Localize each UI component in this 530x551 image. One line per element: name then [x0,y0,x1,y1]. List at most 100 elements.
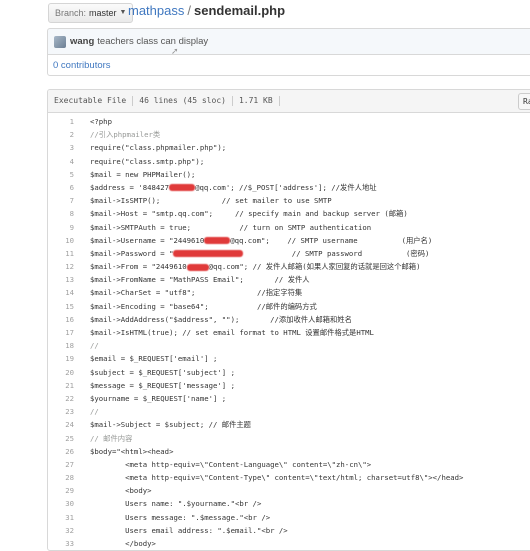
line-content: Users name: ".$yourname."<br /> [90,499,262,509]
line-content: $address = '848427 @qq.com'; //$_POST['ad… [90,181,377,194]
file-mode: Executable File [48,96,134,106]
code-line: 23// [48,405,530,418]
line-content: // [90,407,99,417]
line-content-end: @qq.com"; // 发件人邮箱(如果人家回复的话就是回这个邮箱) [208,262,421,272]
code-line: 33 </body> [48,537,530,550]
code-line: 6 $address = '848427 @qq.com'; //$_POST['a… [48,181,530,194]
line-number[interactable]: 28 [48,471,90,484]
contributors-bar: 0 contributors [47,54,530,76]
commit-message[interactable]: teachers class can display [97,36,208,47]
line-content: $yourname = $_REQUEST['name'] ; [90,393,227,403]
line-number[interactable]: 16 [48,313,90,326]
line-number[interactable]: 33 [48,537,90,550]
line-content: require("class.phpmailer.php"); [90,143,227,153]
line-number[interactable]: 2 [48,128,90,141]
code-line: 19 $email = $_REQUEST['email'] ; [48,352,530,365]
line-number[interactable]: 31 [48,511,90,524]
line-number[interactable]: 18 [48,339,90,352]
code-line: 7 $mail->IsSMTP(); // set mailer to use S… [48,194,530,207]
branch-selector-button[interactable]: Branch: master ▼ [48,3,134,23]
branch-name: master [89,8,117,18]
code-line: 2//引入phpmailer类 [48,128,530,141]
line-number[interactable]: 29 [48,484,90,497]
line-number[interactable]: 14 [48,286,90,299]
code-line: 22 $yourname = $_REQUEST['name'] ; [48,392,530,405]
line-number[interactable]: 19 [48,352,90,365]
line-number[interactable]: 7 [48,194,90,207]
line-number[interactable]: 8 [48,207,90,220]
line-number[interactable]: 27 [48,458,90,471]
file-size: 1.71 KB [233,96,280,106]
file-line-count: 46 lines (45 sloc) [133,96,233,106]
redaction-mark [173,250,244,258]
code-line: 4 require("class.smtp.php"); [48,155,530,168]
chevron-down-icon: ▼ [119,9,127,16]
line-number[interactable]: 3 [48,141,90,154]
redaction-mark [186,263,209,271]
avatar[interactable] [54,35,66,48]
line-content: // [90,341,99,351]
line-content-end: @qq.com'; //$_POST['address']; //发件人地址 [195,182,377,192]
line-number[interactable]: 21 [48,379,90,392]
line-content: Users message: ".$message."<br /> [90,512,271,522]
line-number[interactable]: 23 [48,405,90,418]
line-content: //引入phpmailer类 [90,130,161,140]
line-content-end: @qq.com"; // SMTP username (用户名) [230,235,433,245]
line-content: $mail->Password = " // SMTP password (密码… [90,247,429,260]
line-number[interactable]: 25 [48,432,90,445]
code-line: 11 $mail->Password = " // SMTP password (… [48,247,530,260]
code-line: 27 <meta http-equiv=\"Content-Language\"… [48,458,530,471]
line-number[interactable]: 24 [48,418,90,431]
line-number[interactable]: 10 [48,234,90,247]
code-line: 9 $mail->SMTPAuth = true; // turn on SMTP… [48,221,530,234]
code-line: 16 $mail->AddAddress("$address", ""); //添… [48,313,530,326]
code-line: 17 $mail->IsHTML(true); // set email form… [48,326,530,339]
line-number[interactable]: 26 [48,445,90,458]
line-content-start: $mail->From = "2449610 [90,262,187,272]
line-number[interactable]: 1 [48,115,90,128]
line-number[interactable]: 6 [48,181,90,194]
line-content: $mail->SMTPAuth = true; // turn on SMTP … [90,222,372,232]
commit-author-link[interactable]: wang [70,36,94,47]
code-line: 25// 邮件内容 [48,432,530,445]
code-line: 21 $message = $_REQUEST['message'] ; [48,379,530,392]
code-line: 24 $mail->Subject = $subject; // 邮件主题 [48,418,530,431]
repo-header: Branch: master ▼ mathpass / sendemail.php [0,0,530,24]
line-content: $mail = new PHPMailer(); [90,169,196,179]
line-number[interactable]: 11 [48,247,90,260]
breadcrumb-file-name: sendemail.php [194,3,286,18]
line-content: $subject = $_REQUEST['subject'] ; [90,367,235,377]
raw-button[interactable]: Ra [518,93,530,110]
line-number[interactable]: 20 [48,366,90,379]
line-content: // 邮件内容 [90,433,133,443]
line-number[interactable]: 12 [48,260,90,273]
branch-prefix: Branch: [55,8,87,18]
line-number[interactable]: 4 [48,155,90,168]
code-line: 12 $mail->From = "2449610 @qq.com"; // 发件人… [48,260,530,273]
line-content: $mail->IsHTML(true); // set email format… [90,328,374,337]
code-line: 32 Users email address: ".$email."<br /> [48,524,530,537]
contributors-link[interactable]: 0 contributors [53,60,111,71]
line-number[interactable]: 32 [48,524,90,537]
line-number[interactable]: 15 [48,300,90,313]
line-number[interactable]: 30 [48,497,90,510]
line-content: $mail->FromName = "MathPASS Email"; // 发… [90,275,310,285]
redaction-mark [169,184,196,192]
code-line: 26 $body="<html><head> [48,445,530,458]
line-content: <meta http-equiv=\"Content-Type\" conten… [90,473,464,483]
code-line: 28 <meta http-equiv=\"Content-Type\" con… [48,471,530,484]
line-content-start: $mail->Username = "2449610 [90,235,205,245]
line-content: $mail->Subject = $subject; // 邮件主题 [90,420,251,430]
line-number[interactable]: 22 [48,392,90,405]
line-content: $email = $_REQUEST['email'] ; [90,354,218,364]
line-number[interactable]: 9 [48,221,90,234]
code-line: 5 $mail = new PHPMailer(); [48,168,530,181]
code-line: 13 $mail->FromName = "MathPASS Email"; //… [48,273,530,286]
line-number[interactable]: 17 [48,326,90,339]
code-line: 20 $subject = $_REQUEST['subject'] ; [48,366,530,379]
line-content: require("class.smtp.php"); [90,156,205,166]
breadcrumb-repo-link[interactable]: mathpass [128,3,184,18]
line-number[interactable]: 13 [48,273,90,286]
line-content: $mail->CharSet = "utf8"; //指定字符集 [90,288,303,298]
line-number[interactable]: 5 [48,168,90,181]
